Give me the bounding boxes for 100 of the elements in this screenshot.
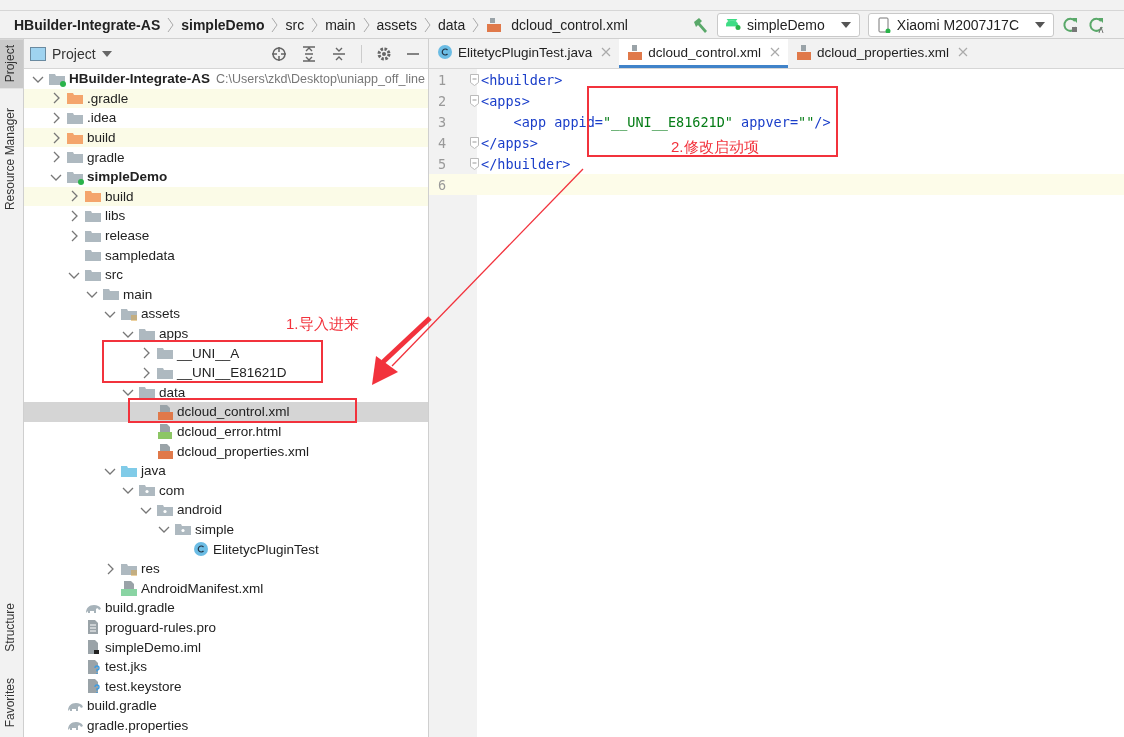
tree-item[interactable]: release — [105, 228, 150, 244]
tree-item[interactable]: __UNI__A — [177, 345, 240, 361]
device-dropdown[interactable]: Xiaomi M2007J17C — [867, 12, 1054, 37]
tree-item[interactable]: build.gradle — [87, 698, 157, 714]
folder-icon — [102, 286, 120, 303]
folder-icon — [84, 188, 102, 205]
editor-tab[interactable]: dcloud_control.xml — [619, 39, 788, 68]
xml-file-icon — [486, 16, 503, 33]
code-line: <hbuilder> — [481, 71, 563, 88]
class-icon — [437, 44, 453, 60]
tree-item[interactable]: ElitetycPluginTest — [213, 541, 319, 557]
tool-window-tab[interactable]: Structure — [0, 596, 23, 658]
tool-window-tab[interactable]: Project — [0, 39, 23, 89]
package-icon — [174, 521, 192, 538]
settings-icon[interactable] — [376, 45, 392, 62]
editor-tab[interactable]: dcloud_properties.xml — [787, 39, 976, 68]
tree-item[interactable]: __UNI__E81621D — [177, 365, 287, 381]
android-icon — [726, 19, 741, 30]
chevron-icon — [362, 15, 370, 34]
run-configuration-dropdown[interactable]: simpleDemo — [717, 12, 860, 37]
annotation-text: 2.修改启动项 — [671, 138, 759, 157]
breadcrumb-item[interactable]: assets — [376, 16, 417, 33]
xml-file-icon — [627, 44, 644, 60]
line-number: 2 — [436, 92, 448, 109]
folder-icon — [66, 90, 84, 107]
breadcrumb-item[interactable]: HBuilder-Integrate-AS — [14, 16, 161, 33]
code-line: </apps> — [481, 134, 538, 151]
tree-item[interactable]: .gradle — [87, 90, 129, 106]
window-icon — [30, 46, 46, 61]
tree-item[interactable]: data — [159, 384, 186, 400]
code-line: <apps> — [481, 92, 530, 109]
apply-changes-icon[interactable] — [1088, 15, 1106, 34]
code-line: </hbuilder> — [481, 155, 571, 172]
tree-item[interactable]: dcloud_control.xml — [177, 404, 290, 420]
tree-item[interactable]: gradle — [87, 149, 125, 165]
hammer-icon[interactable] — [691, 15, 709, 34]
tree-item[interactable]: HBuilder-Integrate-AS — [69, 71, 210, 87]
tree-item[interactable]: test.keystore — [105, 678, 182, 694]
tree-item[interactable]: build — [105, 188, 134, 204]
folder-icon — [84, 247, 102, 264]
tree-item[interactable]: android — [177, 502, 223, 518]
class-icon — [192, 541, 210, 558]
breadcrumb-item[interactable]: src — [285, 16, 305, 33]
tree-item[interactable]: .idea — [87, 110, 117, 126]
tree-item[interactable]: gradle.properties — [87, 717, 189, 733]
line-number: 6 — [436, 176, 448, 193]
chevron-icon — [472, 15, 480, 34]
caret-icon — [1035, 21, 1045, 28]
rerun-icon[interactable] — [1062, 15, 1080, 34]
tree-item[interactable]: com — [159, 482, 185, 498]
breadcrumb-item[interactable]: dcloud_control.xml — [511, 16, 628, 33]
annotation-text: 1.导入进来 — [286, 315, 359, 334]
tree-item[interactable]: AndroidManifest.xml — [141, 580, 264, 596]
tree-item[interactable]: main — [123, 286, 153, 302]
locate-icon[interactable] — [271, 45, 287, 62]
line-number: 5 — [436, 155, 448, 172]
line-number: 1 — [436, 71, 448, 88]
file-icon — [156, 443, 174, 460]
package-icon — [138, 482, 156, 499]
project-path: C:\Users\zkd\Desktop\uniapp_off_line — [216, 71, 425, 86]
project-view-dropdown[interactable]: Project — [30, 45, 112, 62]
tool-window-tab[interactable]: Resource Manager — [0, 102, 23, 217]
breadcrumb-item[interactable]: data — [438, 16, 466, 33]
file-icon — [156, 403, 174, 420]
caret-icon — [101, 50, 112, 57]
folder-icon — [156, 345, 174, 362]
tree-item[interactable]: sampledata — [105, 247, 175, 263]
tree-item[interactable]: assets — [141, 306, 181, 322]
tree-item[interactable]: build.gradle — [105, 600, 175, 616]
tree-item[interactable]: simpleDemo.iml — [105, 639, 202, 655]
collapse-all-icon[interactable] — [331, 45, 347, 62]
phone-icon — [876, 16, 891, 33]
tree-item[interactable]: test.jks — [105, 659, 147, 675]
tree-item[interactable]: src — [105, 267, 123, 283]
file-icon — [156, 423, 174, 440]
tree-item[interactable]: proguard-rules.pro — [105, 619, 217, 635]
editor-tab[interactable]: ElitetycPluginTest.java — [429, 39, 620, 68]
tree-item[interactable]: libs — [105, 208, 126, 224]
breadcrumb-item[interactable]: simpleDemo — [181, 16, 265, 33]
chevron-icon — [424, 15, 431, 34]
expand-all-icon[interactable] — [301, 45, 317, 62]
tree-item[interactable]: dcloud_properties.xml — [177, 443, 310, 459]
close-icon[interactable] — [769, 47, 780, 57]
chevron-icon — [311, 15, 319, 34]
tree-item[interactable]: java — [141, 463, 166, 479]
line-number: 3 — [436, 113, 448, 130]
caret-icon — [840, 21, 851, 28]
line-number: 4 — [436, 134, 448, 151]
tree-item[interactable]: simpleDemo — [87, 169, 168, 185]
tree-item[interactable]: simple — [195, 521, 234, 537]
tree-item[interactable]: dcloud_error.html — [177, 424, 282, 439]
tree-item[interactable]: build — [87, 130, 116, 146]
tree-item[interactable]: apps — [159, 326, 189, 341]
tree-item[interactable]: res — [141, 561, 160, 577]
file-icon — [120, 580, 138, 597]
breadcrumb-item[interactable]: main — [325, 16, 356, 33]
tool-window-tab[interactable]: Favorites — [0, 671, 23, 733]
chevron-icon — [271, 15, 279, 34]
xml-file-icon — [795, 44, 812, 60]
chevron-icon — [167, 15, 175, 34]
